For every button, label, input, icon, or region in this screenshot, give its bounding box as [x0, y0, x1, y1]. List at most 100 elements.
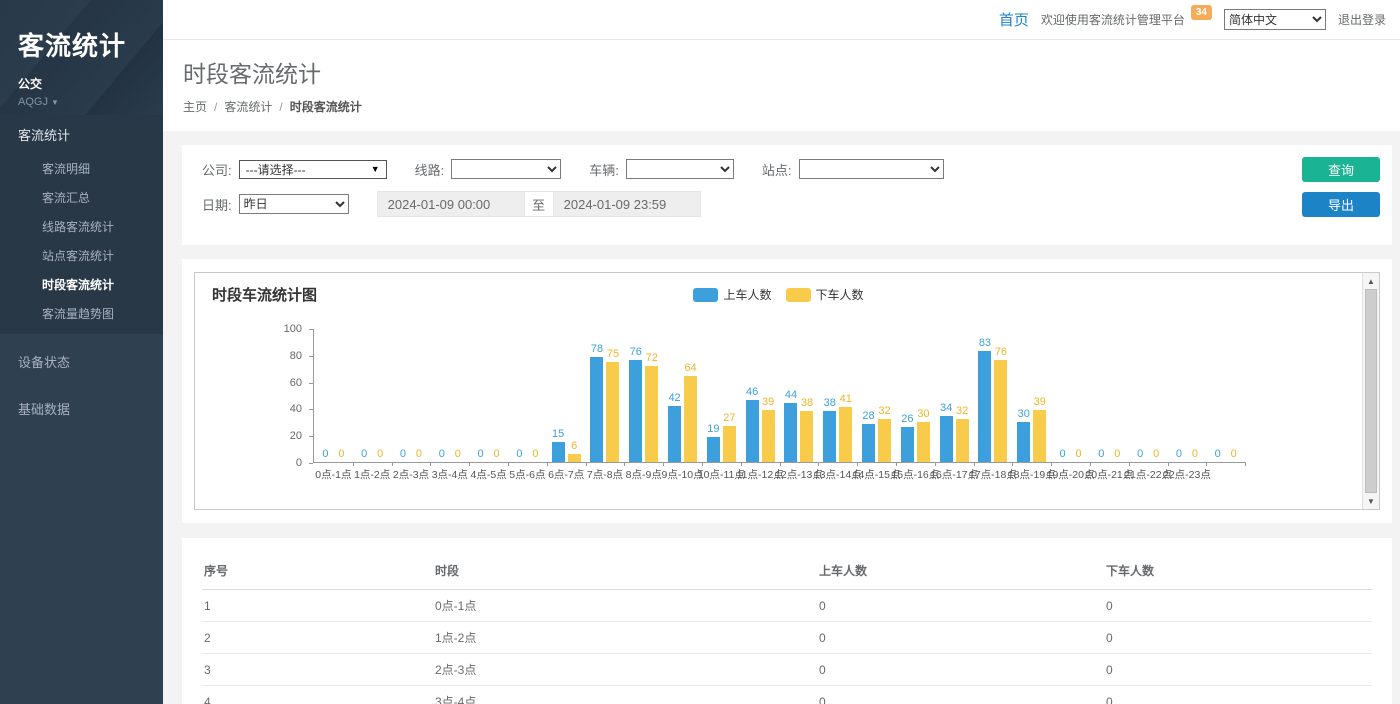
filter-panel: 公司: ---请选择--- ▼ 线路: 车辆: 站点: 日期: 昨日 [182, 145, 1392, 245]
bar-value-label: 72 [646, 353, 658, 364]
y-axis-tick: 100 [195, 323, 313, 335]
table-header-cell: 时段 [433, 554, 817, 590]
scroll-up-icon[interactable]: ▲ [1363, 273, 1379, 289]
bar [552, 442, 565, 462]
table-cell: 0点-1点 [433, 590, 817, 622]
bar-value-label: 0 [1137, 449, 1143, 460]
table-cell: 0 [1104, 590, 1372, 622]
page-heading: 时段客流统计 主页/客流统计/时段客流统计 [163, 40, 1400, 131]
bar-group: 000点-1点 [314, 329, 353, 462]
date-preset-select[interactable]: 昨日 [239, 194, 349, 214]
chart-panel: 时段车流统计图 上车人数下车人数 020406080100 000点-1点001… [182, 259, 1392, 523]
bar-value-label: 0 [439, 449, 445, 460]
bar-value-label: 30 [917, 409, 929, 420]
logout-link[interactable]: 退出登录 [1338, 11, 1386, 28]
x-axis-label: 8点-9点 [626, 467, 662, 482]
bar-value-label: 0 [455, 449, 461, 460]
bar-group: 005点-6点 [508, 329, 547, 462]
bar [684, 376, 697, 462]
legend-swatch [693, 288, 718, 302]
dropdown-arrow-icon: ▼ [371, 164, 380, 174]
bar-group: 343216点-17点 [935, 329, 974, 462]
y-axis-tick: 0 [195, 457, 313, 469]
bar-value-label: 0 [516, 449, 522, 460]
bar [1017, 422, 1030, 462]
breadcrumb-item[interactable]: 客流统计 [224, 100, 272, 114]
user-menu[interactable]: AQGJ ▼ [18, 96, 145, 108]
chart-plot: 000点-1点001点-2点002点-3点003点-4点004点-5点005点-… [313, 329, 1245, 463]
bar-value-label: 0 [1192, 449, 1198, 460]
bar-value-label: 26 [901, 414, 913, 425]
bar [901, 427, 914, 462]
station-select[interactable] [799, 159, 944, 179]
sidebar-submenu: 客流明细客流汇总线路客流统计站点客流统计时段客流统计客流量趋势图 [0, 154, 163, 334]
sidebar-item-device-status[interactable]: 设备状态 [0, 342, 163, 381]
breadcrumb-separator: / [279, 100, 282, 114]
bar-group: 0019点-20点 [1051, 329, 1090, 462]
bar [940, 416, 953, 462]
chart-legend: 上车人数下车人数 [195, 286, 1362, 303]
sidebar-item-passenger-stats[interactable]: 客流统计 [0, 115, 163, 154]
breadcrumb-separator: / [214, 100, 217, 114]
bar-value-label: 0 [361, 449, 367, 460]
sidebar-subitem[interactable]: 线路客流统计 [0, 212, 163, 241]
vehicle-select[interactable] [626, 159, 734, 179]
sidebar-subitem[interactable]: 站点客流统计 [0, 241, 163, 270]
bar [668, 406, 681, 462]
table-cell: 4 [202, 686, 433, 704]
language-select[interactable]: 简体中文 [1224, 9, 1326, 30]
table-cell: 0 [817, 686, 1104, 704]
scrollbar-thumb[interactable] [1365, 289, 1377, 493]
bar-value-label: 76 [995, 347, 1007, 358]
table-cell: 0 [817, 622, 1104, 654]
line-label: 线路: [415, 160, 445, 179]
sidebar-subitem[interactable]: 客流量趋势图 [0, 299, 163, 328]
company-select[interactable]: ---请选择--- ▼ [239, 160, 387, 179]
bar-value-label: 0 [322, 449, 328, 460]
bar [994, 360, 1007, 462]
sidebar-item-basic-data[interactable]: 基础数据 [0, 389, 163, 428]
home-link[interactable]: 首页 [999, 9, 1029, 30]
bar [568, 454, 581, 462]
app-window: 客流统计 公交 AQGJ ▼ 客流统计 客流明细客流汇总线路客流统计站点客流统计… [0, 0, 1400, 704]
sidebar-header: 客流统计 公交 AQGJ ▼ [0, 0, 163, 115]
sidebar-subitem[interactable]: 时段客流统计 [0, 270, 163, 299]
sidebar-subitem[interactable]: 客流明细 [0, 154, 163, 183]
sidebar-subitem[interactable]: 客流汇总 [0, 183, 163, 212]
x-axis-label: 5点-6点 [509, 467, 545, 482]
bar [978, 351, 991, 462]
scroll-down-icon[interactable]: ▼ [1363, 493, 1379, 509]
breadcrumb: 主页/客流统计/时段客流统计 [183, 98, 1380, 115]
bar-group: 0020点-21点 [1090, 329, 1129, 462]
chevron-down-icon: ▼ [51, 98, 59, 107]
bar-group: 303918点-19点 [1012, 329, 1051, 462]
bar-group: 283214点-15点 [857, 329, 896, 462]
table-cell: 0 [1104, 622, 1372, 654]
bar-value-label: 0 [416, 449, 422, 460]
bar-group: 263015点-16点 [896, 329, 935, 462]
bar-value-label: 0 [338, 449, 344, 460]
date-from-input[interactable] [377, 191, 525, 217]
bar-group: 837617点-18点 [974, 329, 1013, 462]
table-cell: 2 [202, 622, 433, 654]
bar-group: 002点-3点 [392, 329, 431, 462]
legend-item[interactable]: 下车人数 [786, 286, 864, 303]
chart-scrollbar[interactable]: ▲ ▼ [1362, 273, 1379, 509]
bar [645, 366, 658, 462]
export-button[interactable]: 导出 [1302, 192, 1380, 217]
line-select[interactable] [451, 159, 561, 179]
x-axis-label: 4点-5点 [470, 467, 506, 482]
bar [606, 362, 619, 463]
y-axis-tick: 80 [195, 350, 313, 362]
topbar: 首页 欢迎使用客流统计管理平台 34 简体中文 退出登录 [163, 0, 1400, 40]
bar-group: 463911点-12点 [741, 329, 780, 462]
date-to-input[interactable] [553, 191, 701, 217]
query-button[interactable]: 查询 [1302, 157, 1380, 182]
bar-value-label: 76 [630, 347, 642, 358]
x-axis-label: 7点-8点 [587, 467, 623, 482]
breadcrumb-item[interactable]: 主页 [183, 100, 207, 114]
content: 公司: ---请选择--- ▼ 线路: 车辆: 站点: 日期: 昨日 [163, 131, 1400, 704]
legend-item[interactable]: 上车人数 [693, 286, 771, 303]
notification-badge[interactable]: 34 [1191, 5, 1212, 20]
table-panel: 序号时段上车人数下车人数 10点-1点0021点-2点0032点-3点0043点… [182, 538, 1392, 704]
